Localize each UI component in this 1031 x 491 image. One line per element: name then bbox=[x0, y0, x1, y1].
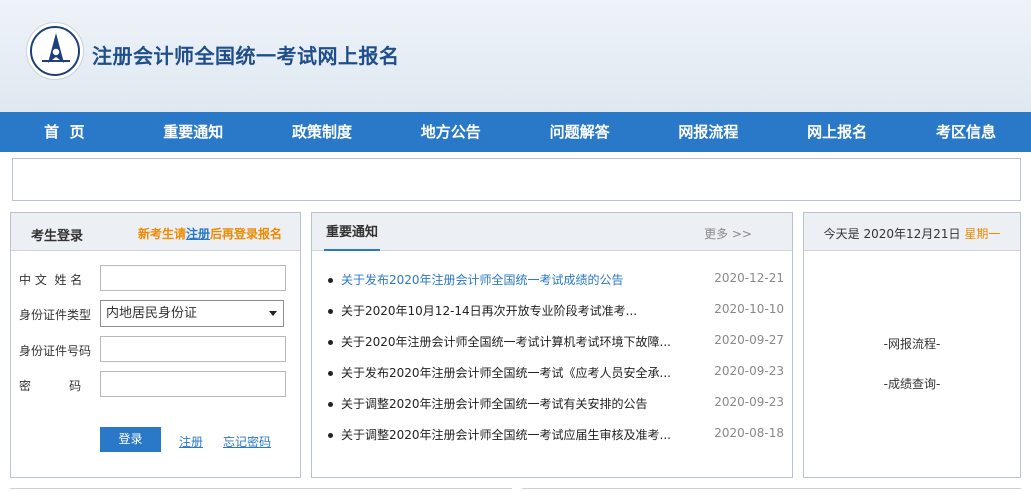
today-date: 今天是 2020年12月21日 星期一 bbox=[804, 225, 1020, 242]
list-item[interactable]: 关于2020年注册会计师全国统一考试计算机考试环境下故障... 2020-09-… bbox=[324, 331, 784, 362]
notice-date: 2020-08-18 bbox=[714, 426, 784, 440]
notice-list: 关于发布2020年注册会计师全国统一考试成绩的公告 2020-12-21 关于2… bbox=[324, 269, 784, 455]
banner-area bbox=[12, 158, 1021, 201]
bullet-icon bbox=[328, 433, 333, 438]
login-title: 考生登录 bbox=[31, 229, 84, 244]
notices-panel-header: 重要通知 更多 >> bbox=[312, 213, 792, 251]
site-title: 注册会计师全国统一考试网上报名 bbox=[92, 44, 400, 68]
bullet-icon bbox=[328, 402, 333, 407]
id-type-value: 内地居民身份证 bbox=[106, 306, 198, 321]
notice-date: 2020-10-10 bbox=[714, 302, 784, 316]
nav-home[interactable]: 首 页 bbox=[0, 112, 129, 152]
id-number-input[interactable] bbox=[100, 336, 286, 362]
id-number-label: 身份证件号码 bbox=[19, 344, 92, 358]
more-link[interactable]: 更多 >> bbox=[704, 225, 752, 242]
nav-faq[interactable]: 问题解答 bbox=[515, 112, 644, 152]
date-text: 今天是 2020年12月21日 bbox=[823, 227, 965, 241]
notice-date: 2020-09-23 bbox=[714, 395, 784, 409]
weekday: 星期一 bbox=[964, 227, 1001, 241]
nav-policies[interactable]: 政策制度 bbox=[258, 112, 387, 152]
new-candidate-tip: 新考生请注册后再登录报名 bbox=[138, 225, 282, 242]
nav-notices[interactable]: 重要通知 bbox=[129, 112, 258, 152]
notice-title[interactable]: 关于2020年10月12-14日再次开放专业阶段考试准考... bbox=[341, 302, 676, 319]
logo-emblem-icon bbox=[42, 33, 70, 63]
notice-title[interactable]: 关于2020年注册会计师全国统一考试计算机考试环境下故障... bbox=[341, 333, 676, 350]
forgot-password-link[interactable]: 忘记密码 bbox=[223, 433, 271, 450]
nav-registration-process[interactable]: 网报流程 bbox=[644, 112, 773, 152]
bullet-icon bbox=[328, 371, 333, 376]
tip-register-link[interactable]: 注册 bbox=[186, 227, 210, 241]
notice-date: 2020-12-21 bbox=[714, 271, 784, 285]
tip-text-after: 后再登录报名 bbox=[210, 227, 283, 241]
name-label: 中 文 姓 名 bbox=[19, 273, 83, 287]
nav-online-registration[interactable]: 网上报名 bbox=[773, 112, 902, 152]
score-query-link[interactable]: -成绩查询- bbox=[804, 375, 1020, 392]
notice-title[interactable]: 关于调整2020年注册会计师全国统一考试应届生审核及准考... bbox=[341, 426, 676, 443]
list-item[interactable]: 关于调整2020年注册会计师全国统一考试有关安排的公告 2020-09-23 bbox=[324, 393, 784, 424]
bullet-icon bbox=[328, 309, 333, 314]
login-panel-header: 考生登录 新考生请注册后再登录报名 bbox=[11, 213, 300, 251]
list-item[interactable]: 关于发布2020年注册会计师全国统一考试成绩的公告 2020-12-21 bbox=[324, 269, 784, 300]
notices-panel: 重要通知 更多 >> 关于发布2020年注册会计师全国统一考试成绩的公告 202… bbox=[311, 212, 793, 478]
register-link[interactable]: 注册 bbox=[179, 433, 203, 450]
password-input[interactable] bbox=[100, 371, 286, 397]
bullet-icon bbox=[328, 340, 333, 345]
info-panel-header: 今天是 2020年12月21日 星期一 bbox=[804, 213, 1020, 251]
registration-process-link[interactable]: -网报流程- bbox=[804, 335, 1020, 352]
dropdown-arrow-icon bbox=[269, 311, 277, 316]
notice-date: 2020-09-23 bbox=[714, 364, 784, 378]
notice-title[interactable]: 关于发布2020年注册会计师全国统一考试《应考人员安全承... bbox=[341, 364, 676, 381]
notice-date: 2020-09-27 bbox=[714, 333, 784, 347]
list-item[interactable]: 关于2020年10月12-14日再次开放专业阶段考试准考... 2020-10-… bbox=[324, 300, 784, 331]
info-panel: 今天是 2020年12月21日 星期一 -网报流程- -成绩查询- bbox=[803, 212, 1021, 478]
notice-title[interactable]: 关于发布2020年注册会计师全国统一考试成绩的公告 bbox=[341, 271, 676, 288]
tip-text-before: 新考生请 bbox=[138, 227, 187, 241]
tab-important-notices[interactable]: 重要通知 bbox=[324, 213, 381, 251]
nav-exam-area-info[interactable]: 考区信息 bbox=[902, 112, 1031, 152]
header: 注册会计师全国统一考试网上报名 bbox=[0, 0, 1031, 112]
bullet-icon bbox=[328, 278, 333, 283]
notice-title[interactable]: 关于调整2020年注册会计师全国统一考试有关安排的公告 bbox=[341, 395, 676, 412]
main-nav: 首 页 重要通知 政策制度 地方公告 问题解答 网报流程 网上报名 考区信息 bbox=[0, 112, 1031, 152]
id-type-label: 身份证件类型 bbox=[19, 308, 92, 322]
nav-local-announcements[interactable]: 地方公告 bbox=[386, 112, 515, 152]
id-type-select[interactable]: 内地居民身份证 bbox=[100, 300, 284, 327]
list-item[interactable]: 关于发布2020年注册会计师全国统一考试《应考人员安全承... 2020-09-… bbox=[324, 362, 784, 393]
name-input[interactable] bbox=[100, 265, 286, 291]
login-panel: 考生登录 新考生请注册后再登录报名 中 文 姓 名 身份证件类型 内地居民身份证… bbox=[10, 212, 301, 478]
cicpa-logo bbox=[26, 22, 84, 80]
password-label: 密 码 bbox=[19, 379, 82, 393]
login-button[interactable]: 登录 bbox=[100, 427, 161, 452]
list-item[interactable]: 关于调整2020年注册会计师全国统一考试应届生审核及准考... 2020-08-… bbox=[324, 424, 784, 455]
